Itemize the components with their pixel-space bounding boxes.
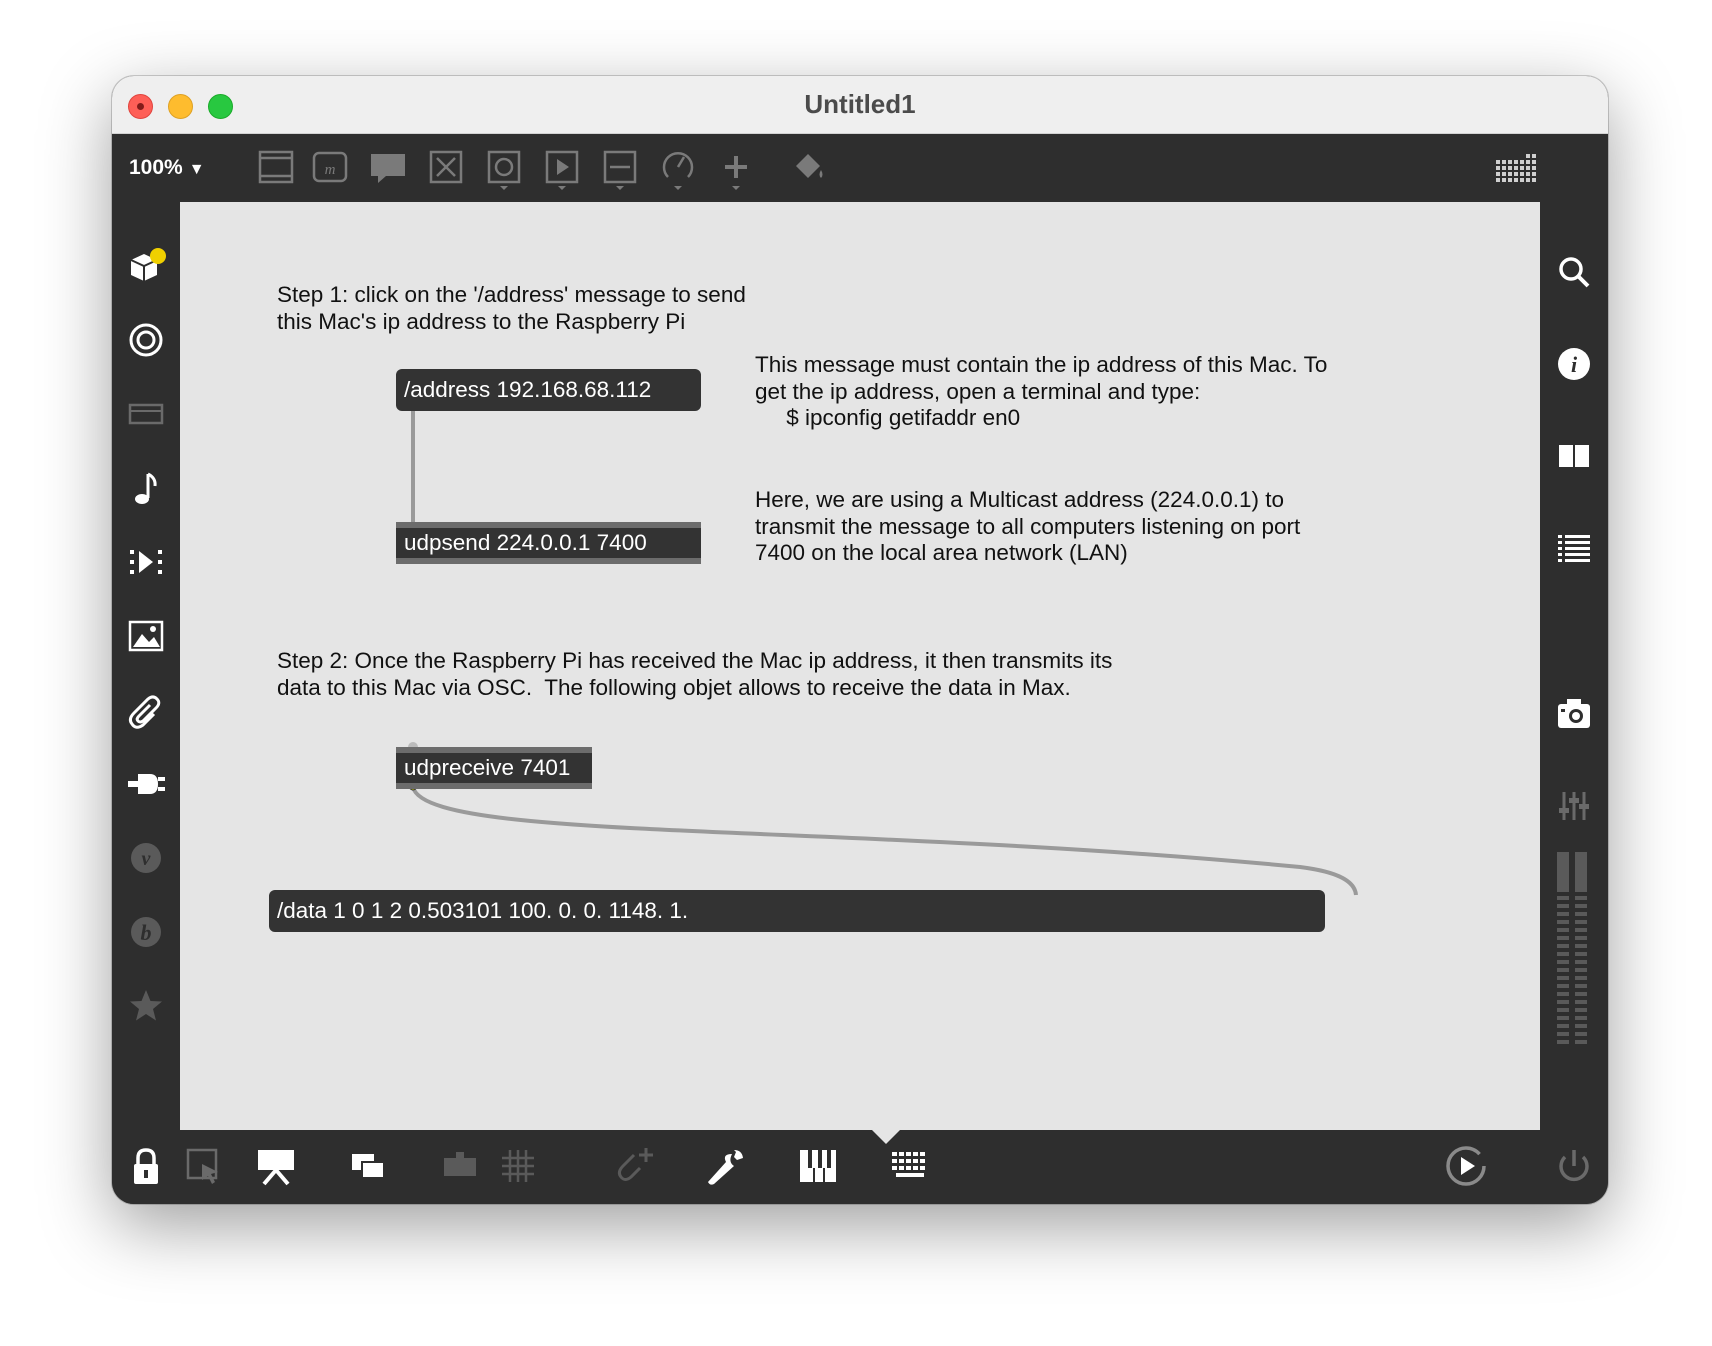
slider-icon[interactable] — [598, 144, 642, 190]
add-clip-icon[interactable] — [612, 1142, 660, 1190]
left-sidebar: v b — [112, 202, 180, 1130]
list-icon[interactable] — [1552, 526, 1596, 570]
packages-icon[interactable] — [124, 244, 168, 288]
piano-icon[interactable] — [794, 1142, 842, 1190]
windows-icon[interactable] — [344, 1142, 392, 1190]
grid-keyboard-icon[interactable] — [1494, 150, 1538, 195]
star-icon[interactable] — [124, 984, 168, 1028]
object-box-icon[interactable] — [254, 144, 298, 190]
svg-text:i: i — [1571, 352, 1578, 377]
data-message-box[interactable]: /data 1 0 1 2 0.503101 100. 0. 0. 1148. … — [269, 890, 1325, 932]
wrench-icon[interactable] — [702, 1142, 750, 1190]
lock-icon[interactable] — [122, 1142, 170, 1190]
toggle-icon[interactable] — [424, 144, 468, 190]
window-title: Untitled1 — [804, 89, 916, 119]
beap-icon[interactable]: b — [124, 910, 168, 954]
bang-icon[interactable] — [482, 144, 526, 190]
grid-icon[interactable] — [494, 1142, 542, 1190]
mixer-icon[interactable] — [1552, 784, 1596, 828]
select-icon[interactable] — [180, 1142, 228, 1190]
zoom-level: 100% — [129, 156, 183, 179]
play-circle-icon[interactable] — [1442, 1142, 1490, 1190]
bottom-toolbar — [112, 1130, 1608, 1204]
image-icon[interactable] — [124, 614, 168, 658]
message-box-icon[interactable]: m — [308, 144, 352, 190]
music-note-icon[interactable] — [124, 466, 168, 510]
target-icon[interactable] — [124, 318, 168, 362]
multicast-comment: Here, we are using a Multicast address (… — [755, 487, 1301, 565]
power-icon[interactable] — [1550, 1142, 1598, 1190]
reference-icon[interactable] — [1552, 434, 1596, 478]
udpsend-object[interactable]: udpsend 224.0.0.1 7400 — [396, 522, 701, 564]
info-icon[interactable]: i — [1552, 342, 1596, 386]
paperclip-icon[interactable] — [124, 688, 168, 732]
address-message-box[interactable]: /address 192.168.68.112 — [396, 369, 701, 411]
top-toolbar: 100% ▼ m — [112, 134, 1608, 202]
device-view-icon[interactable] — [436, 1142, 484, 1190]
svg-text:v: v — [142, 848, 152, 870]
svg-text:b: b — [141, 920, 152, 945]
right-sidebar: i — [1540, 202, 1608, 1130]
paint-bucket-icon[interactable] — [786, 144, 830, 190]
title-bar: Untitled1 — [112, 76, 1608, 134]
max-patcher-window: Untitled1 100% ▼ m v b Step 1: click on … — [112, 76, 1608, 1204]
keyboard-icon[interactable] — [886, 1142, 934, 1190]
play-button-icon[interactable] — [540, 144, 584, 190]
dial-icon[interactable] — [656, 144, 700, 190]
plug-icon[interactable] — [124, 762, 168, 806]
device-icon[interactable] — [124, 392, 168, 436]
comment-icon[interactable] — [366, 144, 410, 190]
step2-comment: Step 2: Once the Raspberry Pi has receiv… — [277, 648, 1113, 700]
patcher-canvas[interactable]: Step 1: click on the '/address' message … — [180, 202, 1540, 1130]
udpreceive-object[interactable]: udpreceive 7401 — [396, 747, 592, 789]
address-comment: This message must contain the ip address… — [755, 352, 1328, 430]
snapshot-icon[interactable] — [1552, 692, 1596, 736]
presentation-icon[interactable] — [252, 1142, 300, 1190]
step1-comment: Step 1: click on the '/address' message … — [277, 282, 746, 334]
search-icon[interactable] — [1552, 250, 1596, 294]
vizzie-icon[interactable]: v — [124, 836, 168, 880]
media-icon[interactable] — [124, 540, 168, 584]
chevron-down-icon: ▼ — [188, 161, 205, 178]
zoom-dropdown[interactable]: 100% ▼ — [129, 156, 205, 180]
add-icon[interactable] — [714, 144, 758, 190]
level-meter-icon — [1555, 852, 1591, 1052]
svg-text:m: m — [325, 162, 336, 178]
